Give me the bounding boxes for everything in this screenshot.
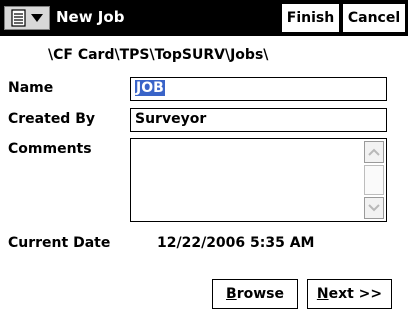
name-label: Name [8, 80, 54, 96]
triangle-down-icon [30, 14, 43, 22]
comments-label: Comments [8, 141, 92, 157]
scroll-up-arrow-icon [368, 148, 380, 156]
created-by-label: Created By [8, 111, 96, 127]
current-date-value: 12/22/2006 5:35 AM [157, 235, 315, 251]
next-label: ext >> [328, 286, 383, 302]
window-title: New Job [56, 8, 125, 26]
comments-field[interactable] [130, 138, 387, 222]
finish-button[interactable]: Finish [281, 3, 340, 33]
scroll-up-button[interactable] [364, 141, 384, 163]
scroll-down-button[interactable] [364, 197, 384, 219]
scrollbar-track[interactable] [364, 165, 384, 195]
name-field-value: JOB [135, 80, 165, 96]
browse-label: rowse [236, 286, 284, 302]
name-field[interactable]: JOB [130, 77, 387, 101]
comments-scrollbar[interactable] [364, 141, 384, 219]
start-menu-icon [10, 9, 26, 27]
created-by-field[interactable]: Surveyor [130, 108, 387, 132]
cancel-button[interactable]: Cancel [342, 3, 406, 33]
next-button[interactable]: Next >> [307, 279, 392, 309]
next-mnemonic: N [316, 286, 329, 302]
scroll-down-arrow-icon [368, 204, 380, 212]
created-by-field-value: Surveyor [135, 111, 207, 127]
title-bar: New Job Finish Cancel [0, 0, 408, 36]
browse-mnemonic: B [226, 286, 237, 302]
job-folder-path: \CF Card\TPS\TopSURV\Jobs\ [48, 47, 269, 63]
start-menu-button[interactable] [4, 6, 50, 30]
browse-button[interactable]: Browse [212, 279, 298, 309]
current-date-label: Current Date [8, 235, 111, 251]
